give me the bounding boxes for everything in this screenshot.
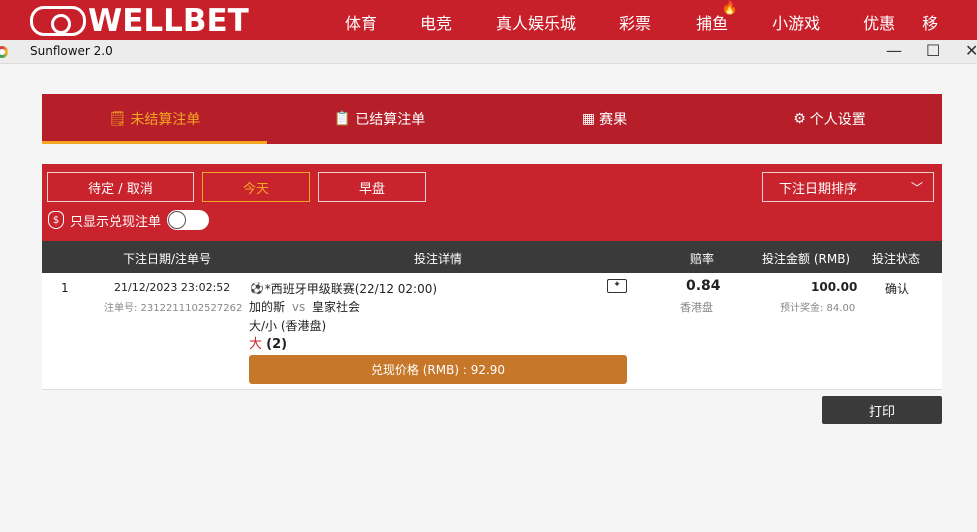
odds-value: 0.84: [686, 278, 721, 294]
ticket-number: 注单号: 2312211102527262: [104, 303, 243, 314]
top-nav: 体育 电竞 真人娱乐城 彩票 捕鱼 🔥 小游戏 优惠 移: [345, 0, 938, 40]
header-odds: 赔率: [690, 252, 715, 266]
cashout-button[interactable]: 兑现价格 (RMB) : 92.90: [249, 355, 627, 384]
nav-fishing[interactable]: 捕鱼 🔥: [696, 0, 738, 40]
soccer-ball-icon: ⚽: [250, 282, 264, 295]
odds-type: 香港盘: [680, 301, 713, 314]
tab-unsettled-label: 未结算注单: [130, 112, 201, 128]
table-row: 1 21/12/2023 23:02:52 注单号: 2312211102527…: [42, 273, 942, 390]
potential-win: 预计奖金: 84.00: [780, 303, 856, 314]
window-title: Sunflower 2.0: [30, 44, 113, 58]
filter-pending-button[interactable]: 待定 / 取消: [47, 172, 194, 202]
settled-icon: 📋: [333, 111, 352, 127]
header-detail: 投注详情: [414, 252, 463, 266]
league-line: ⚽ *西班牙甲级联赛(22/12 02:00): [250, 280, 437, 297]
scoreboard-icon: ▦: [581, 111, 596, 127]
cash-only-label: 只显示兑现注单: [70, 214, 162, 230]
gear-icon: ⚙: [793, 111, 806, 127]
tab-unsettled[interactable]: 🗒 未结算注单: [42, 94, 267, 144]
header-date: 下注日期/注单号: [123, 252, 212, 266]
bet-datetime: 21/12/2023 23:02:52: [114, 281, 231, 294]
bet-tabs: 🗒 未结算注单 📋 已结算注单 ▦ 赛果 ⚙ 个人设置: [42, 94, 942, 144]
match-teams: 加的斯 vs 皇家社会: [249, 298, 360, 315]
nav-sports[interactable]: 体育: [345, 0, 377, 40]
logo-text: WELLBET: [88, 3, 249, 39]
minimize-button[interactable]: —: [886, 41, 902, 61]
sort-select-value: 下注日期排序: [779, 181, 858, 197]
home-team: 加的斯: [249, 300, 286, 314]
message-icon[interactable]: ✦: [607, 279, 627, 293]
selection-line: 大 (2): [249, 333, 287, 352]
tab-settled[interactable]: 📋 已结算注单: [267, 94, 492, 144]
bet-status: 确认: [885, 282, 910, 296]
tab-results[interactable]: ▦ 赛果: [492, 94, 717, 144]
nav-more[interactable]: 移: [922, 0, 938, 40]
cash-only-filter: $ 只显示兑现注单: [48, 210, 210, 230]
tab-results-label: 赛果: [599, 112, 628, 128]
nav-live-casino[interactable]: 真人娱乐城: [496, 0, 576, 40]
nav-lottery[interactable]: 彩票: [619, 0, 651, 40]
money-bag-icon: $: [48, 211, 64, 229]
table-header: 下注日期/注单号 投注详情 赔率 投注金额 (RMB) 投注状态: [42, 241, 942, 273]
header-amount: 投注金额 (RMB): [762, 252, 851, 266]
sort-select[interactable]: 下注日期排序 ﹀: [762, 172, 934, 202]
brand-bar: WELLBET 体育 电竞 真人娱乐城 彩票 捕鱼 🔥 小游戏 优惠 移: [0, 0, 977, 40]
flame-icon: 🔥: [721, 1, 739, 16]
nav-esports[interactable]: 电竞: [420, 0, 452, 40]
nav-mini-games[interactable]: 小游戏: [772, 0, 820, 40]
sunflower-app-icon: [0, 46, 8, 58]
away-team: 皇家社会: [312, 300, 361, 314]
selection: 大: [249, 337, 263, 352]
league-name: *西班牙甲级联赛(22/12 02:00): [264, 282, 438, 296]
tab-settled-label: 已结算注单: [355, 112, 426, 128]
filter-early-button[interactable]: 早盘: [318, 172, 426, 202]
market-type: 大/小 (香港盘): [249, 319, 327, 333]
tab-settings[interactable]: ⚙ 个人设置: [717, 94, 942, 144]
close-button[interactable]: ✕: [965, 41, 977, 61]
header-status: 投注状态: [872, 252, 921, 266]
chevron-down-icon: ﹀: [910, 181, 923, 195]
handicap-line: (2): [266, 337, 288, 352]
nav-promotions[interactable]: 优惠: [863, 0, 895, 40]
filter-today-button[interactable]: 今天: [202, 172, 310, 202]
tab-settings-label: 个人设置: [809, 112, 866, 128]
nav-fishing-label: 捕鱼: [696, 14, 729, 33]
brand-logo[interactable]: WELLBET: [30, 3, 249, 39]
stake-amount: 100.00: [811, 280, 858, 294]
row-index: 1: [61, 281, 69, 295]
vs-label: vs: [291, 300, 306, 314]
maximize-button[interactable]: ☐: [926, 41, 940, 61]
print-button[interactable]: 打印: [822, 396, 942, 424]
cash-only-toggle[interactable]: [167, 210, 210, 230]
ticket-icon: 🗒: [108, 111, 127, 127]
window-titlebar: Sunflower 2.0 — ☐ ✕: [0, 40, 977, 64]
logo-mark-icon: [30, 6, 86, 36]
filter-panel: 待定 / 取消 今天 早盘 下注日期排序 ﹀ $ 只显示兑现注单: [42, 164, 942, 241]
